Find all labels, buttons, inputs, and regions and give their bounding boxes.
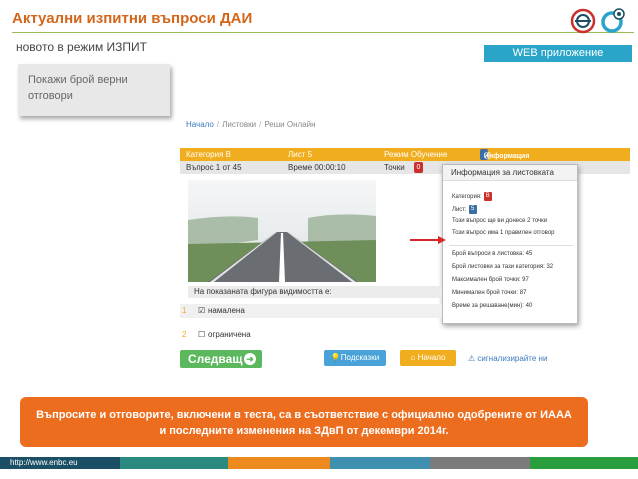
answer-option-1[interactable]: 1 ☑ намалена xyxy=(180,304,442,318)
next-button-label: Следващ xyxy=(188,352,243,366)
question-text: На показаната фигура видимостта е: xyxy=(188,286,442,298)
popover-title: Информация за листовката xyxy=(443,165,577,181)
popover-max-points: Максимален брой точки: 97 xyxy=(452,277,529,283)
checkbox-checked-icon[interactable]: ☑ xyxy=(198,304,205,318)
timer: Време 00:00:10 xyxy=(288,163,346,172)
callout-box: Покажи брой верни отговори xyxy=(18,64,170,116)
info-button[interactable]: ⓘ Информация xyxy=(480,149,529,160)
answer-number: 2 xyxy=(182,330,187,339)
popover-min-points: Минимален брой точки: 87 xyxy=(452,290,527,296)
popover-points-line: Този въпрос ще ви донесе 2 точки xyxy=(452,218,548,224)
enbc-logo-icon xyxy=(570,8,625,34)
footer-segment xyxy=(120,457,228,469)
popover-divider xyxy=(449,245,573,246)
footer-segment xyxy=(530,457,638,469)
footer-url[interactable]: http://www.enbc.eu xyxy=(10,458,78,467)
footer-segment xyxy=(330,457,430,469)
title-divider xyxy=(12,32,634,33)
road-image xyxy=(188,180,376,282)
popover-time-limit: Време за решаване(мин): 40 xyxy=(452,303,533,309)
breadcrumb: Начало / Листовки / Реши Онлайн xyxy=(186,120,316,129)
exam-info-bar: Категория B Лист 5 Режим Обучение ⓘ Инфо… xyxy=(180,148,630,161)
breadcrumb-sheets-link[interactable]: Листовки xyxy=(222,120,256,129)
checkbox-empty-icon[interactable]: ☐ xyxy=(198,328,205,342)
start-button-label: Начало xyxy=(417,353,446,362)
slide: Актуални изпитни въпроси ДАИ новото в ре… xyxy=(0,0,638,479)
web-app-badge: WEB приложение xyxy=(484,45,632,62)
popover-category: Категория: B xyxy=(452,192,492,201)
answer-option-2[interactable]: 2 ☐ ограничена xyxy=(180,328,442,342)
popover-sheet: Лист: 5 xyxy=(452,205,477,214)
report-link[interactable]: ⚠ сигнализирайте ни xyxy=(468,354,547,363)
notice-banner: Въпросите и отговорите, включени в теста… xyxy=(20,397,588,447)
start-button[interactable]: ⌂ Начало xyxy=(400,350,456,366)
red-arrow-icon xyxy=(410,236,446,244)
category-label: Категория B xyxy=(186,150,231,159)
slide-title: Актуални изпитни въпроси ДАИ xyxy=(12,10,253,27)
popover-correct-line: Този въпрос има 1 правилен отговор xyxy=(452,230,555,236)
popover-question-count: Брой въпроси в листовка: 45 xyxy=(452,251,533,257)
answer-text: намалена xyxy=(208,306,245,315)
answer-number: 1 xyxy=(182,306,187,315)
report-icon: ⚠ xyxy=(468,354,478,363)
points-badge: 0 xyxy=(414,162,423,173)
app-screenshot: Начало / Листовки / Реши Онлайн Категория B … xyxy=(178,108,634,378)
arrow-right-icon: ➜ xyxy=(244,353,256,365)
popover-sheets-count: Брой листовки за тази категория: 32 xyxy=(452,264,554,270)
hints-button-label: Подсказки xyxy=(340,353,380,362)
lightbulb-icon: 💡 xyxy=(330,353,341,362)
home-icon: ⌂ xyxy=(410,353,418,362)
notice-line-2: и последните изменения на ЗДвП от декемв… xyxy=(159,425,449,437)
footer-segment xyxy=(228,457,330,469)
report-link-label: сигнализирайте ни xyxy=(477,354,548,363)
category-badge: B xyxy=(483,192,492,201)
question-counter: Въпрос 1 от 45 xyxy=(186,163,242,172)
mode-label: Режим Обучение xyxy=(384,150,448,159)
info-popover: Информация за листовката Категория: B Лис… xyxy=(442,164,578,324)
slide-subtitle: новото в режим ИЗПИТ xyxy=(16,40,148,54)
points-label: Точки xyxy=(384,163,405,172)
next-button[interactable]: Следващ ➜ xyxy=(180,350,262,368)
breadcrumb-current: Реши Онлайн xyxy=(264,120,316,129)
sheet-label: Лист 5 xyxy=(288,150,313,159)
breadcrumb-home-link[interactable]: Начало xyxy=(186,120,214,129)
footer-segment xyxy=(430,457,530,469)
hints-button[interactable]: 💡Подсказки xyxy=(324,350,386,366)
footer-bar xyxy=(0,457,638,469)
notice-line-1: Въпросите и отговорите, включени в теста… xyxy=(36,409,572,421)
answer-text: ограничена xyxy=(208,330,251,339)
sheet-badge: 5 xyxy=(468,205,477,214)
